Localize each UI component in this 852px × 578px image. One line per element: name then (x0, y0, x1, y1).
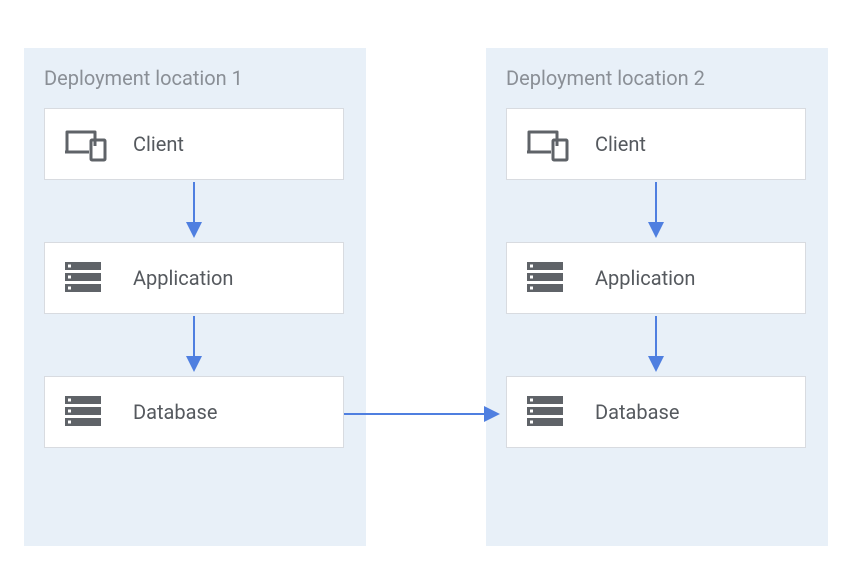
arrows-overlay (0, 0, 852, 578)
